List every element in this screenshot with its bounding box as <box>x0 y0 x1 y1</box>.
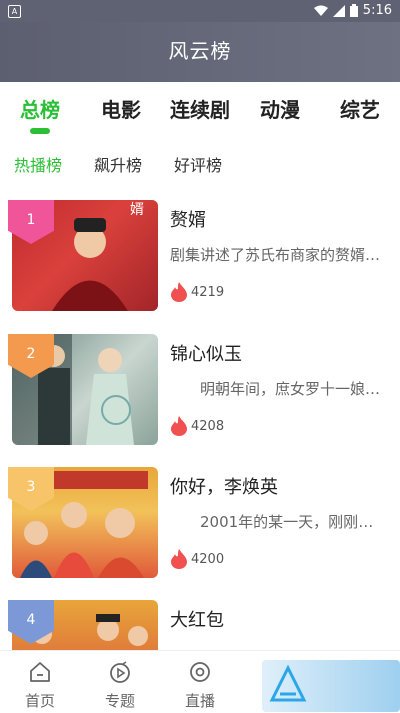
status-icons: 5:16 <box>313 3 392 18</box>
subtab-rated[interactable]: 好评榜 <box>174 152 222 176</box>
nav-live-label: 直播 <box>184 692 215 710</box>
wifi-icon <box>313 5 328 16</box>
page-header: 风云榜 <box>0 22 400 82</box>
live-icon <box>190 662 210 682</box>
topic-icon <box>110 661 130 683</box>
svg-text:婿: 婿 <box>130 202 144 218</box>
tab-movie[interactable]: 电影 <box>81 94 161 123</box>
flame-icon <box>171 282 187 302</box>
hot-value: 4200 <box>191 551 225 567</box>
subtab-hot[interactable]: 热播榜 <box>14 152 62 176</box>
list-item[interactable]: 2 锦心似玉 明朝年间，庶女罗十一娘… 4208 <box>0 334 400 454</box>
home-icon <box>30 662 50 682</box>
hot-count: 4200 <box>170 549 224 569</box>
nav-topic[interactable]: 专题 <box>80 661 160 711</box>
tab-variety[interactable]: 综艺 <box>320 94 400 123</box>
active-tab-indicator <box>30 128 50 134</box>
tab-anime[interactable]: 动漫 <box>240 94 320 123</box>
nav-home-label: 首页 <box>24 692 55 710</box>
list-item[interactable]: 3 你好，李焕英 2001年的某一天，刚刚考… 4200 <box>0 467 400 587</box>
nav-home[interactable]: 首页 <box>0 661 80 711</box>
hot-value: 4208 <box>191 418 225 434</box>
subtab-rising[interactable]: 飙升榜 <box>94 152 142 176</box>
watermark-logo-icon <box>269 664 307 702</box>
item-title: 你好，李焕英 <box>170 477 278 498</box>
flame-icon <box>171 549 187 569</box>
nav-topic-label: 专题 <box>104 692 135 710</box>
status-time: 5:16 <box>362 3 392 18</box>
hot-value: 4219 <box>191 284 225 300</box>
item-title: 锦心似玉 <box>170 344 242 365</box>
list-item[interactable]: 4 大红包 <box>0 600 400 650</box>
status-bar: A 5:16 <box>0 0 400 22</box>
item-description: 明朝年间，庶女罗十一娘… <box>170 380 381 398</box>
hot-count: 4219 <box>170 282 224 302</box>
tab-series[interactable]: 连续剧 <box>160 94 240 123</box>
page-title: 风云榜 <box>168 39 232 63</box>
signal-icon <box>332 4 345 17</box>
item-description: 2001年的某一天，刚刚考… <box>170 513 388 531</box>
list-item[interactable]: 婿 1 赘婿 剧集讲述了苏氏布商家的赘婿… 4219 <box>0 200 400 320</box>
nav-live[interactable]: 直播 <box>160 661 240 711</box>
battery-icon <box>349 4 358 17</box>
notification-a-icon: A <box>8 5 21 18</box>
category-tabs: 总榜 电影 连续剧 动漫 综艺 <box>0 82 400 144</box>
tab-total[interactable]: 总榜 <box>0 94 80 123</box>
flame-icon <box>171 416 187 436</box>
hot-count: 4208 <box>170 416 224 436</box>
item-title: 大红包 <box>170 610 224 631</box>
ranking-subtabs: 热播榜 飙升榜 好评榜 <box>0 152 400 176</box>
item-description: 剧集讲述了苏氏布商家的赘婿… <box>170 246 381 264</box>
item-title: 赘婿 <box>170 210 206 231</box>
